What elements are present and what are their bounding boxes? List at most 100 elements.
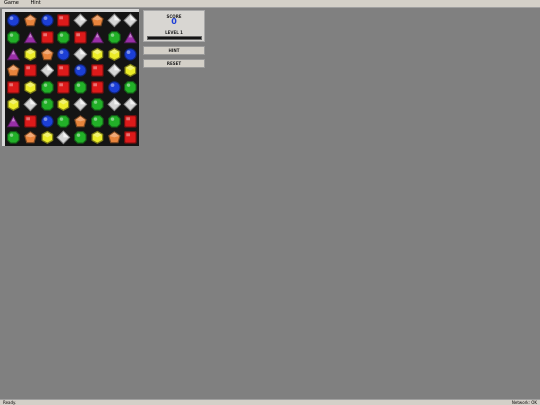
board-cell[interactable]: [5, 62, 22, 79]
board-cell[interactable]: [122, 29, 139, 46]
board-cell[interactable]: [89, 62, 106, 79]
board-cell[interactable]: [55, 79, 72, 96]
board-cell[interactable]: [55, 129, 72, 146]
white-gem-icon: [106, 97, 121, 112]
board-cell[interactable]: [5, 79, 22, 96]
board-cell[interactable]: [89, 12, 106, 29]
board-cell[interactable]: [5, 129, 22, 146]
yellow-gem-icon: [24, 80, 37, 95]
board-cell[interactable]: [55, 62, 72, 79]
board-cell[interactable]: [106, 129, 123, 146]
green-gem-icon: [90, 97, 104, 111]
level-label: LEVEL 1: [165, 30, 183, 35]
board-cell[interactable]: [55, 12, 72, 29]
green-gem-icon: [7, 30, 20, 44]
green-gem-icon: [7, 131, 20, 144]
board-cell[interactable]: [122, 129, 139, 146]
board-cell[interactable]: [89, 129, 106, 146]
board-cell[interactable]: [106, 79, 123, 96]
red-gem-icon: [124, 131, 137, 144]
board-cell[interactable]: [106, 12, 123, 29]
board-cell[interactable]: [89, 29, 106, 46]
board-cell[interactable]: [5, 12, 22, 29]
green-gem-icon: [107, 30, 121, 44]
board-cell[interactable]: [72, 96, 89, 113]
white-gem-icon: [73, 46, 88, 61]
board-cell[interactable]: [89, 96, 106, 113]
red-gem-icon: [23, 64, 37, 77]
menu-hint[interactable]: Hint: [30, 0, 40, 7]
menu-game[interactable]: Game: [4, 0, 19, 7]
board-cell[interactable]: [5, 96, 22, 113]
purple-gem-icon: [23, 31, 37, 44]
board-cell[interactable]: [39, 129, 56, 146]
board-cell[interactable]: [72, 46, 89, 63]
board-cell[interactable]: [55, 113, 72, 130]
purple-gem-icon: [6, 114, 21, 127]
menu-bar: Game Hint: [0, 0, 540, 8]
board-cell[interactable]: [106, 46, 123, 63]
blue-gem-icon: [40, 14, 54, 27]
board-cell[interactable]: [5, 113, 22, 130]
board-cell[interactable]: [22, 113, 39, 130]
board-cell[interactable]: [106, 62, 123, 79]
board-cell[interactable]: [122, 96, 139, 113]
board-cell[interactable]: [89, 113, 106, 130]
board-cell[interactable]: [106, 113, 123, 130]
board-cell[interactable]: [39, 46, 56, 63]
board-cell[interactable]: [72, 113, 89, 130]
board-cell[interactable]: [39, 62, 56, 79]
board-cell[interactable]: [122, 46, 139, 63]
board-cell[interactable]: [72, 62, 89, 79]
board-cell[interactable]: [39, 29, 56, 46]
board-cell[interactable]: [22, 129, 39, 146]
board-cell[interactable]: [55, 29, 72, 46]
white-gem-icon: [106, 13, 121, 28]
board-cell[interactable]: [5, 46, 22, 63]
yellow-gem-icon: [91, 47, 104, 61]
green-gem-icon: [107, 114, 121, 128]
board-cell[interactable]: [22, 46, 39, 63]
board-cell[interactable]: [72, 79, 89, 96]
orange-gem-icon: [23, 14, 37, 27]
board-cell[interactable]: [122, 12, 139, 29]
orange-gem-icon: [40, 47, 54, 60]
board-cell[interactable]: [22, 79, 39, 96]
board-cell[interactable]: [122, 79, 139, 96]
board-cell[interactable]: [5, 29, 22, 46]
board-cell[interactable]: [22, 62, 39, 79]
yellow-gem-icon: [124, 63, 137, 78]
blue-gem-icon: [107, 81, 121, 94]
red-gem-icon: [57, 81, 70, 94]
board-cell[interactable]: [106, 96, 123, 113]
hint-button[interactable]: HINT: [143, 46, 205, 55]
reset-button[interactable]: RESET: [143, 59, 205, 68]
white-gem-icon: [73, 97, 88, 112]
board-cell[interactable]: [122, 62, 139, 79]
board-cell[interactable]: [39, 96, 56, 113]
board-cell[interactable]: [72, 29, 89, 46]
board-cell[interactable]: [89, 46, 106, 63]
board-cell[interactable]: [39, 79, 56, 96]
board-cell[interactable]: [122, 113, 139, 130]
orange-gem-icon: [107, 131, 121, 144]
board-cell[interactable]: [106, 29, 123, 46]
board-cell[interactable]: [55, 96, 72, 113]
board-cell[interactable]: [22, 96, 39, 113]
board-cell[interactable]: [55, 46, 72, 63]
yellow-gem-icon: [24, 47, 37, 61]
board-cell[interactable]: [22, 12, 39, 29]
red-gem-icon: [74, 30, 87, 44]
network-status: Network: OK: [511, 400, 537, 405]
board-cell[interactable]: [89, 79, 106, 96]
board-cell[interactable]: [39, 12, 56, 29]
status-text: Ready.: [3, 400, 17, 405]
board-cell[interactable]: [72, 129, 89, 146]
green-gem-icon: [124, 81, 137, 94]
board-cell[interactable]: [39, 113, 56, 130]
level-progress-bar: [147, 36, 202, 40]
yellow-gem-icon: [7, 97, 20, 111]
red-gem-icon: [7, 81, 20, 94]
board-cell[interactable]: [22, 29, 39, 46]
board-cell[interactable]: [72, 12, 89, 29]
